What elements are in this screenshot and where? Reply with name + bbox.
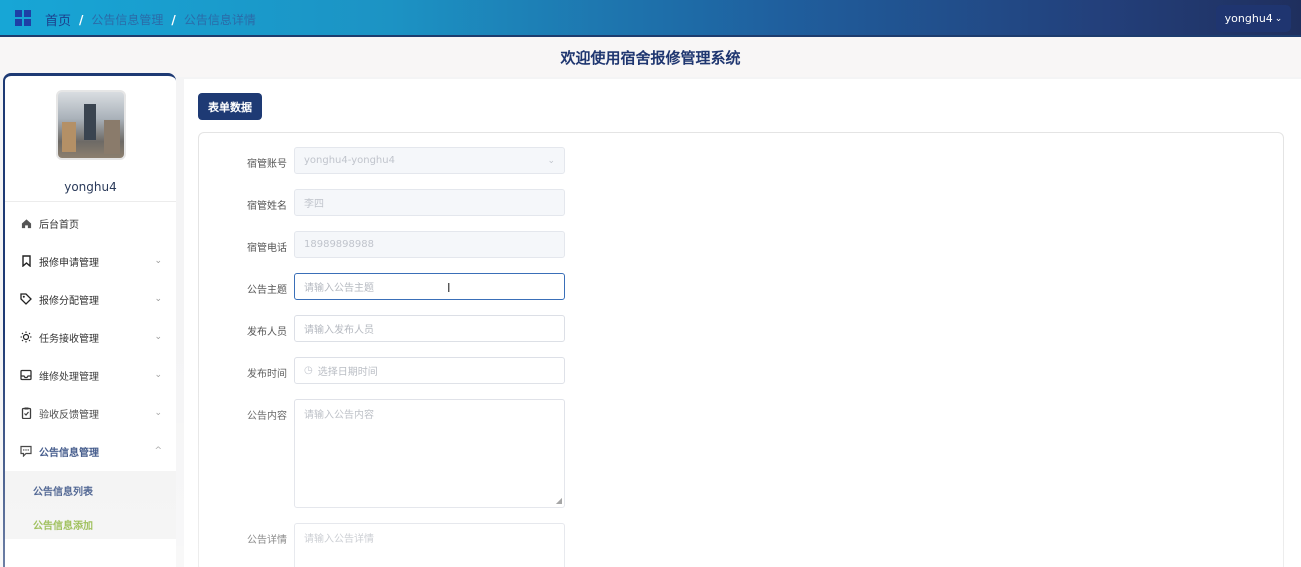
sidebar-item-label: 验收反馈管理	[39, 409, 99, 421]
sidebar-divider	[5, 201, 176, 202]
chevron-down-icon: ⌄	[154, 408, 162, 418]
field-placeholder: 请输入公告主题	[304, 283, 374, 294]
field-label: 发布时间	[247, 369, 287, 380]
sidebar-item-label: 任务接收管理	[39, 333, 99, 345]
sidebar-item-repair-assign[interactable]: 报修分配管理 ⌄	[5, 284, 176, 314]
avatar	[56, 90, 126, 160]
sidebar-item-label: 报修分配管理	[39, 295, 99, 307]
publish-time-picker[interactable]: ◷ 选择日期时间	[294, 357, 565, 384]
welcome-banner: 欢迎使用宿舍报修管理系统	[0, 37, 1301, 77]
sidebar-item-label: 公告信息管理	[39, 447, 99, 459]
breadcrumb-separator: /	[79, 12, 84, 27]
field-label: 公告主题	[247, 285, 287, 296]
sidebar-item-repair-request[interactable]: 报修申请管理 ⌄	[5, 246, 176, 276]
chevron-down-icon: ⌄	[154, 370, 162, 380]
breadcrumb: 首页 / 公告信息管理 / 公告信息详情	[45, 10, 256, 30]
field-label: 公告详情	[247, 535, 287, 546]
sidebar-item-label: 后台首页	[39, 219, 79, 231]
breadcrumb-notice-detail: 公告信息详情	[183, 13, 256, 27]
field-value: 18989898988	[304, 239, 374, 250]
field-placeholder: 选择日期时间	[317, 367, 378, 378]
sidebar-subitem-notice-list[interactable]: 公告信息列表	[33, 483, 93, 498]
manager-name-input: 李四	[294, 189, 565, 216]
sidebar-username: yonghu4	[64, 180, 117, 194]
field-label: 宿管姓名	[247, 201, 287, 212]
manager-account-select: yonghu4-yonghu4 ⌄	[294, 147, 565, 174]
notice-content-textarea[interactable]: 请输入公告内容 ◢	[294, 399, 565, 508]
chevron-down-icon: ⌄	[154, 256, 162, 266]
top-bar: 首页 / 公告信息管理 / 公告信息详情 yonghu4 ⌄	[0, 0, 1301, 37]
chevron-down-icon: ⌄	[154, 294, 162, 304]
home-icon	[19, 216, 33, 230]
sun-icon	[19, 330, 33, 344]
chevron-up-icon: ^	[154, 446, 162, 456]
field-placeholder: 请输入公告详情	[304, 534, 374, 545]
sidebar-item-repair-process[interactable]: 维修处理管理 ⌄	[5, 360, 176, 390]
text-cursor-icon: I	[447, 281, 451, 295]
field-label: 宿管账号	[247, 159, 287, 170]
sidebar-item-acceptance-feedback[interactable]: 验收反馈管理 ⌄	[5, 398, 176, 428]
sidebar-item-label: 报修申请管理	[39, 257, 99, 269]
bookmark-icon	[19, 254, 33, 268]
sidebar-item-home[interactable]: 后台首页	[5, 208, 176, 238]
field-value: yonghu4-yonghu4	[304, 155, 395, 166]
sidebar-item-label: 维修处理管理	[39, 371, 99, 383]
sidebar-subitem-notice-add[interactable]: 公告信息添加	[33, 517, 93, 532]
chevron-down-icon: ⌄	[1274, 13, 1283, 24]
form-card: 宿管账号 yonghu4-yonghu4 ⌄ 宿管姓名 李四 宿管电话 1898…	[198, 132, 1284, 567]
field-placeholder: 请输入发布人员	[304, 325, 374, 336]
tag-icon	[19, 292, 33, 306]
resize-handle-icon[interactable]: ◢	[556, 496, 562, 505]
publisher-input[interactable]: 请输入发布人员	[294, 315, 565, 342]
breadcrumb-notice-management[interactable]: 公告信息管理	[91, 11, 163, 28]
clipboard-icon	[19, 406, 33, 420]
sidebar-item-notice-management[interactable]: 公告信息管理 ^	[5, 436, 176, 466]
sidebar-submenu: 公告信息列表 公告信息添加	[5, 471, 176, 539]
user-menu-label: yonghu4	[1224, 12, 1273, 25]
breadcrumb-home[interactable]: 首页	[45, 10, 71, 29]
clock-icon: ◷	[304, 365, 313, 376]
main-content: 表单数据 宿管账号 yonghu4-yonghu4 ⌄ 宿管姓名 李四 宿管电话…	[184, 79, 1301, 567]
field-placeholder: 请输入公告内容	[304, 410, 374, 421]
message-icon	[19, 444, 33, 458]
user-menu-button[interactable]: yonghu4 ⌄	[1216, 5, 1291, 32]
chevron-down-icon: ⌄	[154, 332, 162, 342]
notice-subject-input[interactable]: 请输入公告主题 I	[294, 273, 565, 300]
manager-phone-input: 18989898988	[294, 231, 565, 258]
form-data-tab[interactable]: 表单数据	[198, 93, 262, 120]
sidebar-item-task-receive[interactable]: 任务接收管理 ⌄	[5, 322, 176, 352]
field-label: 发布人员	[247, 327, 287, 338]
chevron-down-icon: ⌄	[547, 155, 555, 166]
field-label: 公告内容	[247, 411, 287, 422]
notice-detail-textarea[interactable]: 请输入公告详情	[294, 523, 565, 567]
welcome-title: 欢迎使用宿舍报修管理系统	[560, 48, 741, 67]
field-label: 宿管电话	[247, 243, 287, 254]
grid-menu-icon[interactable]	[15, 10, 31, 26]
inbox-icon	[19, 368, 33, 382]
field-value: 李四	[304, 199, 324, 210]
sidebar: yonghu4 后台首页 报修申请管理 ⌄ 报修分配管理 ⌄ 任务接收管理 ⌄ …	[3, 73, 176, 567]
breadcrumb-separator: /	[171, 12, 176, 27]
